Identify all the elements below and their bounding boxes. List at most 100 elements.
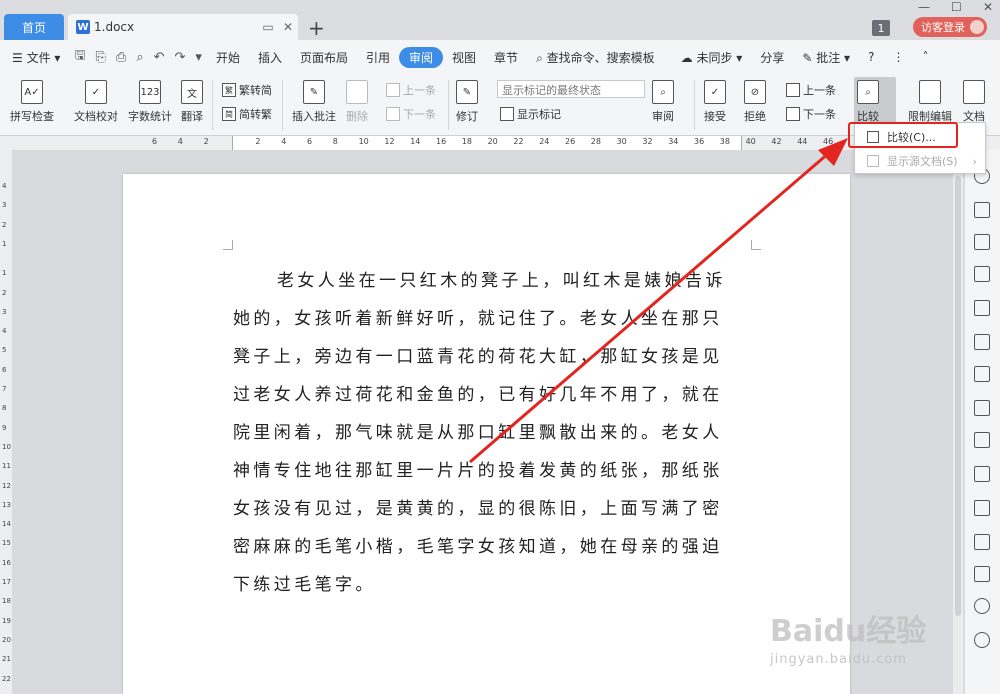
menu-start[interactable]: 开始 [207, 49, 249, 66]
delete-comment-button[interactable]: 删除 [346, 80, 368, 124]
sidebar-image-icon[interactable] [974, 534, 990, 550]
sidebar-chart-icon[interactable] [974, 334, 990, 350]
vruler-label: 18 [2, 597, 11, 606]
ruler-label: 34 [668, 137, 679, 146]
proofread-button[interactable]: ✓ 文档校对 [74, 80, 118, 124]
reject-button[interactable]: ⊘ 拒绝 [744, 80, 766, 124]
restrict-edit-button[interactable]: 限制编辑 [908, 80, 952, 124]
prev-change-button[interactable]: 上一条 [786, 82, 836, 98]
vruler-label: 12 [2, 481, 11, 490]
menu-references[interactable]: 引用 [357, 49, 399, 66]
sidebar-help-icon[interactable] [974, 632, 990, 648]
vruler-label: 15 [2, 539, 11, 548]
file-menu[interactable]: ☰ 文件 ▾ [0, 49, 69, 66]
print-icon[interactable]: ⎙ [111, 50, 131, 65]
accept-button[interactable]: ✓ 接受 [704, 80, 726, 124]
tab-home[interactable]: 首页 [4, 14, 64, 40]
show-source-menu-item[interactable]: 显示源文档(S) › [859, 150, 983, 172]
close-window-icon[interactable]: ✕ [983, 0, 993, 14]
compare-highlight-box [848, 122, 958, 148]
ruler-label: 20 [487, 137, 498, 146]
prev-change-icon [786, 83, 800, 97]
sidebar-share-icon[interactable] [974, 432, 990, 448]
word-count-button[interactable]: 123 字数统计 [128, 80, 172, 124]
word-doc-icon: W [76, 20, 90, 34]
accept-icon: ✓ [704, 80, 726, 104]
guest-login-button[interactable]: 访客登录 [913, 17, 987, 37]
show-markup-button[interactable]: 显示标记 [500, 106, 561, 122]
prev-comment-button[interactable]: 上一条 [386, 82, 436, 98]
sidebar-settings-icon[interactable] [974, 366, 990, 382]
review-pane-button[interactable]: ⌕ 审阅 [652, 80, 674, 124]
ruler-label: 16 [436, 137, 447, 146]
translate-button[interactable]: 文 翻译 [181, 80, 203, 124]
vruler-label: 3 [2, 201, 7, 210]
undo-icon[interactable]: ↶ [149, 50, 170, 65]
new-tab-button[interactable]: + [308, 16, 325, 40]
trad-to-simp-button[interactable]: 繁繁转简 [222, 82, 272, 98]
tab-document[interactable]: W 1.docx ▭ ✕ [68, 14, 298, 40]
simp-to-trad-button[interactable]: 简简转繁 [222, 106, 272, 122]
login-label: 访客登录 [921, 21, 965, 34]
document-page[interactable]: 老女人坐在一只红木的凳子上，叫红木是婊娘告诉她的，女孩听着新鲜好听，就记住了。老… [123, 174, 850, 694]
menu-review[interactable]: 审阅 [399, 46, 444, 68]
ruler-label: 28 [590, 137, 601, 146]
sidebar-style-icon[interactable] [974, 266, 990, 282]
scroll-thumb[interactable] [955, 176, 961, 616]
redo-icon[interactable]: ↷ [170, 50, 191, 65]
vruler-label: 5 [2, 346, 7, 355]
menu-section[interactable]: 章节 [485, 49, 527, 66]
maximize-icon[interactable]: ☐ [951, 0, 962, 14]
sidebar-select-icon[interactable] [974, 202, 990, 218]
next-comment-button[interactable]: 下一条 [386, 106, 436, 122]
close-tab-icon[interactable]: ✕ [278, 20, 298, 34]
share-button[interactable]: 分享 [751, 49, 793, 66]
sidebar-table-icon[interactable] [974, 300, 990, 316]
ruler-label: 4 [281, 137, 287, 146]
spell-check-button[interactable]: A✓ 拼写检查 [10, 80, 54, 124]
document-body-text[interactable]: 老女人坐在一只红木的凳子上，叫红木是婊娘告诉她的，女孩听着新鲜好听，就记住了。老… [233, 262, 741, 604]
sidebar-shield-icon[interactable] [974, 566, 990, 582]
window-count-badge[interactable]: 1 [872, 20, 890, 36]
doc-tab-label: 1.docx [94, 20, 135, 34]
vertical-ruler[interactable]: 4 3 2 1 1 2 3 4 5 6 7 8 9 10 11 12 13 14 15 16 17 18 19 20 21 22 [0, 150, 12, 694]
minimize-icon[interactable]: — [918, 0, 930, 14]
track-changes-button[interactable]: ✎ 修订 [456, 80, 478, 124]
help-icon[interactable]: ? [859, 50, 883, 64]
monitor-icon[interactable]: ▭ [258, 20, 278, 34]
sidebar-history-icon[interactable] [974, 598, 990, 614]
menu-view[interactable]: 视图 [443, 49, 485, 66]
compare-button[interactable]: ⌕ 比较 [857, 80, 879, 124]
insert-comment-button[interactable]: ✎ 插入批注 [292, 80, 336, 124]
more-icon[interactable]: ⋮ [883, 50, 913, 64]
ruler-label: 42 [771, 137, 782, 146]
search-command[interactable]: ⌕ 查找命令、搜索模板 [527, 49, 664, 66]
menu-layout[interactable]: 页面布局 [291, 49, 357, 66]
sidebar-translate-icon[interactable] [974, 466, 990, 482]
ruler-label: 8 [332, 137, 338, 146]
document-icon [963, 80, 985, 104]
vruler-label: 2 [2, 220, 7, 229]
save-icon[interactable]: 🖫 [69, 46, 90, 68]
sync-status[interactable]: ☁ 未同步 ▾ [672, 49, 752, 66]
collapse-ribbon-icon[interactable]: ˄ [913, 50, 937, 64]
ruler-label: 18 [461, 137, 472, 146]
ruler-label: 26 [565, 137, 576, 146]
print-preview-icon[interactable]: ⌕ [131, 50, 148, 65]
document-button[interactable]: 文档 [963, 80, 985, 124]
baidu-watermark-url: jingyan.baidu.com [770, 652, 907, 667]
title-bar: 首页 W 1.docx ▭ ✕ + 1 访客登录 — ☐ ✕ [0, 0, 1000, 40]
format-painter-icon[interactable]: ⎘ [91, 50, 111, 65]
sidebar-box-icon[interactable] [974, 500, 990, 516]
next-change-button[interactable]: 下一条 [786, 106, 836, 122]
menu-insert[interactable]: 插入 [249, 49, 291, 66]
display-for-review-select[interactable]: 显示标记的最终状态 [497, 80, 645, 98]
sidebar-shape-icon[interactable] [974, 234, 990, 250]
sidebar-picture-icon[interactable] [974, 400, 990, 416]
comment-button[interactable]: ✎ 批注 ▾ [793, 49, 859, 66]
compare-icon: ⌕ [857, 80, 879, 104]
vertical-scrollbar[interactable] [953, 174, 963, 694]
baidu-watermark: Baidu经验 [770, 614, 927, 649]
customize-qa-icon[interactable]: ▾ [190, 50, 207, 65]
translate-icon: 文 [181, 80, 203, 104]
